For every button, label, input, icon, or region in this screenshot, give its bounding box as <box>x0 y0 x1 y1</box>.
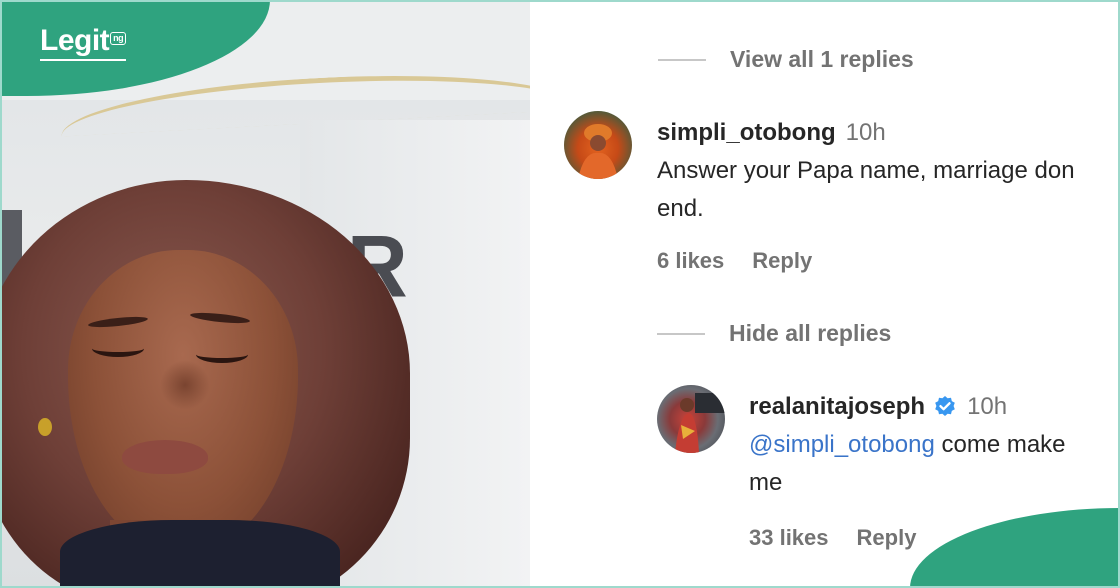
avatar[interactable] <box>657 385 725 453</box>
view-replies-label: View all 1 replies <box>730 46 914 72</box>
avatar-photo <box>578 124 618 179</box>
username[interactable]: simpli_otobong <box>657 119 836 147</box>
timestamp: 10h <box>967 393 1008 420</box>
logo-tld: ng <box>110 32 127 45</box>
avatar[interactable] <box>564 111 632 179</box>
corner-decoration-blob <box>910 508 1120 588</box>
nose <box>160 360 210 410</box>
reply-text: @simpli_otobong come make me <box>749 426 1089 502</box>
comment-text: Answer your Papa name, marriage don end. <box>657 157 1075 222</box>
comment-actions: 6 likes Reply <box>657 248 812 274</box>
username[interactable]: realanitajoseph <box>749 393 925 421</box>
reply-button[interactable]: Reply <box>752 248 812 274</box>
logo-text: Legit <box>40 24 110 57</box>
likes-count[interactable]: 6 likes <box>657 248 724 274</box>
video-still: AIR Legit ng <box>0 0 530 588</box>
avatar-photo <box>675 393 725 453</box>
comments-panel: View all 1 replies simpli_otobong 10h An… <box>530 0 1120 588</box>
likes-count[interactable]: 33 likes <box>749 525 829 551</box>
verified-badge-icon <box>935 396 955 416</box>
mention-link[interactable]: @simpli_otobong <box>749 431 935 458</box>
reply-header: realanitajoseph 10h <box>749 393 1007 421</box>
reply-button[interactable]: Reply <box>857 525 917 551</box>
legit-logo: Legit ng <box>40 24 127 58</box>
hide-replies-label: Hide all replies <box>729 320 892 346</box>
black-top <box>60 520 340 588</box>
hide-replies-button[interactable]: Hide all replies <box>657 320 891 347</box>
comment-header: simpli_otobong 10h <box>657 119 886 147</box>
divider-line <box>658 58 706 61</box>
timestamp: 10h <box>845 119 886 146</box>
logo-underline <box>40 59 126 61</box>
lips <box>122 440 208 474</box>
earring <box>38 418 52 436</box>
left-eye <box>92 340 144 357</box>
view-replies-button[interactable]: View all 1 replies <box>658 46 914 73</box>
divider-line <box>657 332 705 335</box>
